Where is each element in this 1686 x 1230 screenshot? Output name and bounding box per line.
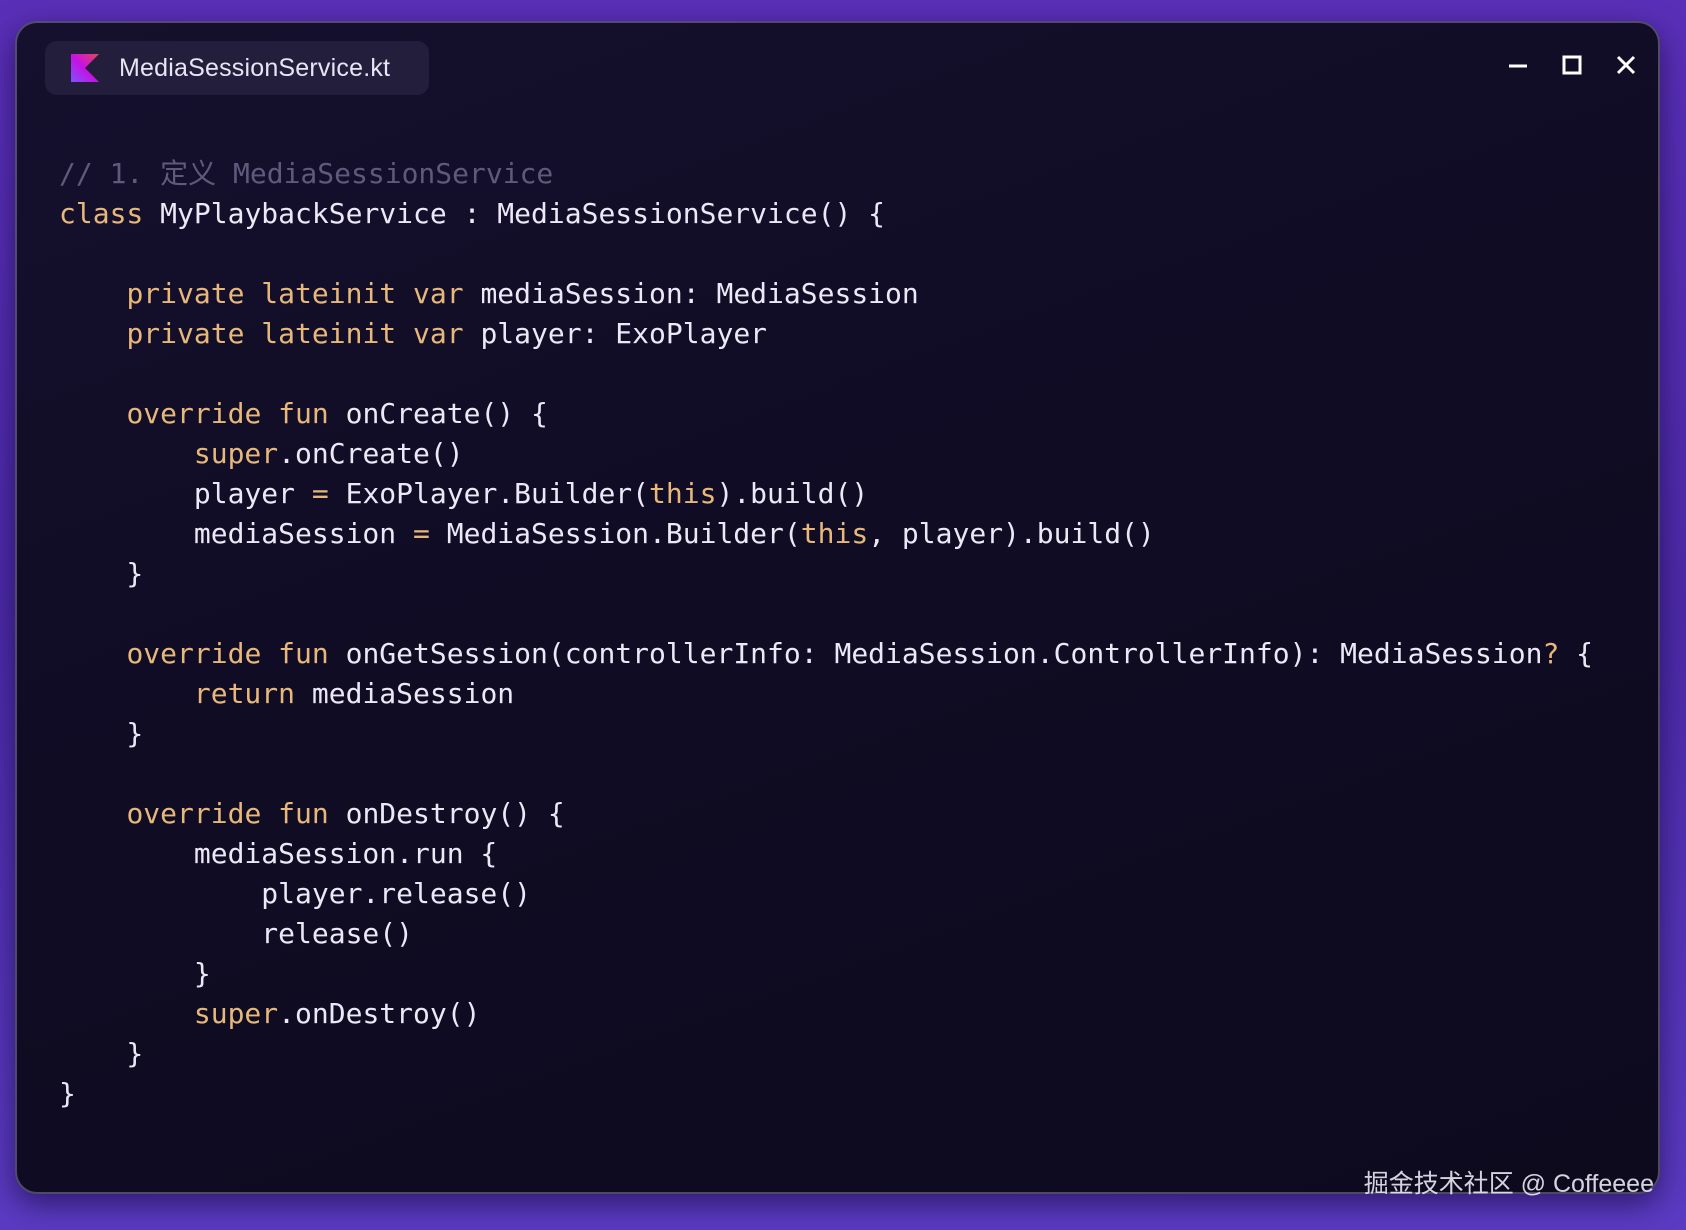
keyword-token: ? <box>1542 637 1560 670</box>
keyword-token: override fun <box>126 797 329 830</box>
code-token: } <box>59 717 144 750</box>
keyword-token: private lateinit var <box>126 277 464 310</box>
code-token: , player).build() <box>868 517 1155 550</box>
code-line: } <box>59 1034 1593 1074</box>
file-tab-title: MediaSessionService.kt <box>119 53 391 82</box>
keyword-token: override fun <box>126 637 329 670</box>
code-line: override fun onDestroy() { <box>59 794 1593 834</box>
watermark: 掘金技术社区 @ Coffeeee <box>1363 1170 1654 1198</box>
keyword-token: class <box>59 197 144 230</box>
code-line: // 1. 定义 MediaSessionService <box>59 154 1593 194</box>
code-token: mediaSession <box>295 677 515 710</box>
code-token: } <box>59 957 211 990</box>
window-controls <box>1506 51 1638 79</box>
code-token: } <box>59 1077 76 1110</box>
code-token: { <box>1559 637 1594 670</box>
code-token: mediaSession.run { <box>59 837 498 870</box>
code-token: } <box>59 1037 144 1070</box>
keyword-token: = <box>311 477 329 510</box>
minimize-button[interactable] <box>1506 51 1530 79</box>
keyword-token: override fun <box>126 397 329 430</box>
code-line: } <box>59 554 1593 594</box>
keyword-token: this <box>800 517 869 550</box>
code-line: } <box>59 954 1593 994</box>
minimize-icon <box>1509 64 1527 68</box>
keyword-token: super <box>193 997 279 1030</box>
code-line: super.onDestroy() <box>59 994 1593 1034</box>
file-tab[interactable]: MediaSessionService.kt <box>45 41 429 95</box>
code-token: player.release() <box>59 877 532 910</box>
code-token: onDestroy() { <box>328 797 565 830</box>
code-token: ExoPlayer.Builder( <box>328 477 650 510</box>
comment-token: // 1. 定义 MediaSessionService <box>59 157 554 190</box>
code-line: private lateinit var mediaSession: Media… <box>59 274 1593 314</box>
code-token: mediaSession <box>59 517 414 550</box>
code-line: class MyPlaybackService : MediaSessionSe… <box>59 194 1593 234</box>
code-token: .onCreate() <box>278 437 464 470</box>
maximize-button[interactable] <box>1560 51 1584 79</box>
code-line: player.release() <box>59 874 1593 914</box>
code-line: player = ExoPlayer.Builder(this).build() <box>59 474 1593 514</box>
keyword-token: = <box>413 517 430 550</box>
close-button[interactable] <box>1614 51 1638 79</box>
code-token: MyPlaybackService : MediaSessionService(… <box>143 197 886 230</box>
keyword-token: return <box>193 677 296 710</box>
code-line: } <box>59 714 1593 754</box>
code-line: super.onCreate() <box>59 434 1593 474</box>
code-editor: // 1. 定义 MediaSessionService class MyPlay… <box>59 154 1593 1114</box>
code-token: player: ExoPlayer <box>463 317 768 350</box>
code-token: release() <box>59 917 414 950</box>
keyword-token: this <box>649 477 717 510</box>
code-token: } <box>59 557 144 590</box>
code-line: override fun onGetSession(controllerInfo… <box>59 634 1593 674</box>
close-icon <box>1616 55 1636 75</box>
code-line: mediaSession.run { <box>59 834 1593 874</box>
code-token: onCreate() { <box>328 397 548 430</box>
code-line: } <box>59 1074 1593 1114</box>
code-line: private lateinit var player: ExoPlayer <box>59 314 1593 354</box>
keyword-token: private lateinit var <box>126 317 464 350</box>
code-token: ).build() <box>716 477 869 510</box>
kotlin-icon <box>71 54 99 82</box>
code-token: .onDestroy() <box>278 997 481 1030</box>
code-line: release() <box>59 914 1593 954</box>
maximize-icon <box>1562 55 1582 75</box>
code-line: override fun onCreate() { <box>59 394 1593 434</box>
code-line: mediaSession = MediaSession.Builder(this… <box>59 514 1593 554</box>
code-window: MediaSessionService.kt // 1. 定义 MediaSes… <box>15 21 1660 1194</box>
code-line: return mediaSession <box>59 674 1593 714</box>
code-token: MediaSession.Builder( <box>429 517 801 550</box>
code-token: onGetSession(controllerInfo: MediaSessio… <box>328 637 1543 670</box>
code-token: player <box>59 477 312 510</box>
keyword-token: super <box>193 437 279 470</box>
code-token: mediaSession: MediaSession <box>463 277 919 310</box>
